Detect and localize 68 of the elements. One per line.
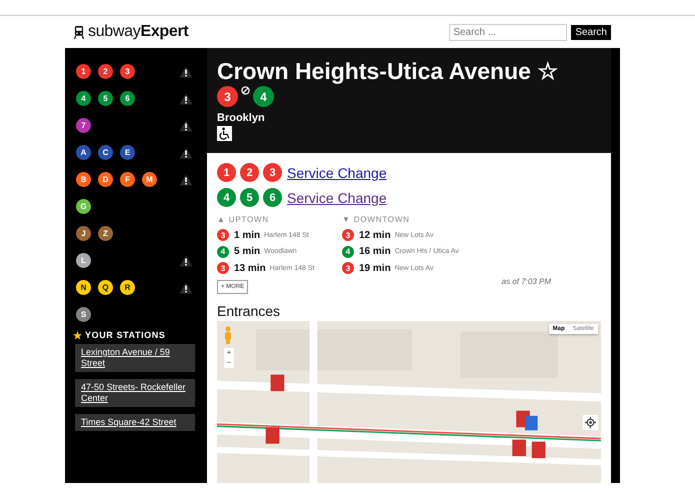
search-button[interactable]: Search [571,24,611,40]
train-icon [74,26,84,38]
line-bullet[interactable]: 7 [76,118,91,133]
line-bullet[interactable]: D [98,172,113,187]
station-title: Crown Heights-Utica Avenue ☆ [217,58,560,85]
line-bullet: 3 [217,262,229,274]
star-icon [73,330,82,340]
alert-icon[interactable] [179,66,193,78]
arrival-time: 16 min [359,246,391,258]
line-bullet[interactable]: 4 [253,86,274,107]
line-bullet[interactable]: Z [98,226,113,241]
line-bullet[interactable]: 2 [240,163,259,182]
line-bullet[interactable]: 1 [217,163,236,182]
line-bullet[interactable]: 3 [120,64,135,79]
arrival-time: 5 min [234,246,260,258]
line-bullet[interactable]: 5 [240,188,259,207]
line-bullet[interactable]: 4 [217,188,236,207]
alert-icon[interactable] [179,146,193,158]
station-link[interactable]: 47-50 Streets- Rockefeller Center [75,379,195,407]
line-bullet[interactable]: R [120,280,135,295]
no-entry-icon [241,86,250,95]
arrival-time: 13 min [234,262,266,274]
arrival-time: 1 min [234,230,260,241]
line-bullet[interactable]: Q [98,280,113,295]
line-bullet: 3 [342,262,354,274]
line-bullet[interactable]: 3 [263,163,282,182]
line-bullet[interactable]: J [76,226,91,241]
alert-icon[interactable] [179,282,193,294]
line-bullet[interactable]: 5 [98,91,113,106]
direction-heading: ▼ DOWNTOWN [342,215,411,224]
alert-icon[interactable] [179,254,193,266]
station-link[interactable]: Times Square-42 Street [75,414,195,431]
service-change-link[interactable]: Service Change [287,164,387,180]
arrival-time: 12 min [359,230,391,241]
line-bullet[interactable]: E [120,145,135,160]
line-bullet: 3 [342,229,354,242]
line-bullet[interactable]: 6 [120,91,135,106]
arrival-time: 19 min [359,262,391,274]
line-bullet[interactable]: N [76,280,91,295]
line-bullet[interactable]: L [76,253,91,268]
line-bullet: 4 [217,246,229,258]
logo-text[interactable]: subwayExpert [88,23,188,41]
borough: Brooklyn [217,112,266,124]
zoom-button[interactable]: + [224,348,234,358]
line-bullet[interactable]: B [76,172,91,187]
line-bullet[interactable]: M [142,172,157,187]
section-heading: YOUR STATIONS [85,330,166,340]
line-bullet[interactable]: 2 [98,64,113,79]
station-link[interactable]: Lexington Avenue / 59 Street [75,344,195,372]
locate-icon[interactable] [583,414,598,430]
line-bullet[interactable]: F [120,172,135,187]
section-heading: Entrances [217,302,282,318]
direction-heading: ▲ UPTOWN [217,215,270,224]
line-bullet[interactable]: 6 [263,188,282,207]
alert-icon[interactable] [179,120,193,132]
search-field[interactable]: Search ... [449,24,568,40]
line-bullet[interactable]: 4 [76,91,91,106]
updated-time: as of 7:03 PM [502,276,551,286]
line-bullet: 4 [342,246,354,258]
line-bullet[interactable]: C [98,145,113,160]
alert-icon[interactable] [179,92,193,104]
line-bullet[interactable]: S [76,307,91,322]
alert-icon[interactable] [179,174,193,186]
service-change-link[interactable]: Service Change [287,190,387,206]
line-bullet[interactable]: 1 [76,64,91,79]
line-bullet: 3 [217,229,229,242]
line-bullet[interactable]: A [76,145,91,160]
line-bullet[interactable]: 3 [217,86,238,107]
